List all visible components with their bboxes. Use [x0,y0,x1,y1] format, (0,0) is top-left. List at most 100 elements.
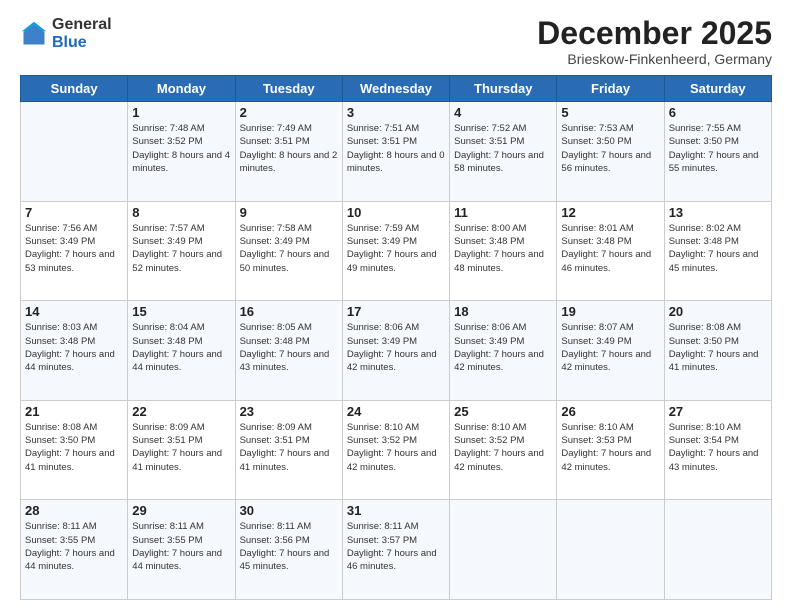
day-info-20: Sunrise: 8:08 AM Sunset: 3:50 PM Dayligh… [669,321,767,374]
cell-w4-d1: 21 Sunrise: 8:08 AM Sunset: 3:50 PM Dayli… [21,400,128,500]
col-sunday: Sunday [21,76,128,102]
day-number-24: 24 [347,404,445,419]
cell-w4-d2: 22Sunrise: 8:09 AM Sunset: 3:51 PM Dayli… [128,400,235,500]
day-info-13: Sunrise: 8:02 AM Sunset: 3:48 PM Dayligh… [669,222,767,275]
day-number-27: 27 [669,404,767,419]
col-saturday: Saturday [664,76,771,102]
day-number-4: 4 [454,105,552,120]
cell-w3-d5: 18 Sunrise: 8:06 AM Sunset: 3:49 PM Dayli… [450,301,557,401]
day-info-31: Sunrise: 8:11 AM Sunset: 3:57 PM Dayligh… [347,520,445,573]
cell-w1-d3: 2 Sunrise: 7:49 AM Sunset: 3:51 PM Daylig… [235,102,342,202]
cell-w5-d3: 30Sunrise: 8:11 AM Sunset: 3:56 PM Dayli… [235,500,342,600]
logo-icon [20,20,48,48]
cell-w5-d2: 29 Sunrise: 8:11 AM Sunset: 3:55 PM Dayli… [128,500,235,600]
day-number-21: 21 [25,404,123,419]
day-number-3: 3 [347,105,445,120]
day-number-19: 19 [561,304,659,319]
week-row-4: 21 Sunrise: 8:08 AM Sunset: 3:50 PM Dayli… [21,400,772,500]
cell-w3-d7: 20 Sunrise: 8:08 AM Sunset: 3:50 PM Dayli… [664,301,771,401]
cell-w1-d2: 1 Sunrise: 7:48 AM Sunset: 3:52 PM Daylig… [128,102,235,202]
cell-w4-d4: 24 Sunrise: 8:10 AM Sunset: 3:52 PM Dayli… [342,400,449,500]
day-info-21: Sunrise: 8:08 AM Sunset: 3:50 PM Dayligh… [25,421,123,474]
day-number-8: 8 [132,205,230,220]
day-info-24: Sunrise: 8:10 AM Sunset: 3:52 PM Dayligh… [347,421,445,474]
day-number-2: 2 [240,105,338,120]
day-number-17: 17 [347,304,445,319]
day-info-17: Sunrise: 8:06 AM Sunset: 3:49 PM Dayligh… [347,321,445,374]
day-info-7: Sunrise: 7:56 AM Sunset: 3:49 PM Dayligh… [25,222,123,275]
cell-w2-d7: 13 Sunrise: 8:02 AM Sunset: 3:48 PM Dayli… [664,201,771,301]
day-info-12: Sunrise: 8:01 AM Sunset: 3:48 PM Dayligh… [561,222,659,275]
cell-w2-d5: 11Sunrise: 8:00 AM Sunset: 3:48 PM Dayli… [450,201,557,301]
header: General Blue December 2025 Brieskow-Fink… [20,16,772,67]
cell-w3-d4: 17 Sunrise: 8:06 AM Sunset: 3:49 PM Dayli… [342,301,449,401]
day-number-10: 10 [347,205,445,220]
cell-w4-d7: 27 Sunrise: 8:10 AM Sunset: 3:54 PM Dayli… [664,400,771,500]
day-number-12: 12 [561,205,659,220]
day-number-29: 29 [132,503,230,518]
day-info-9: Sunrise: 7:58 AM Sunset: 3:49 PM Dayligh… [240,222,338,275]
day-info-4: Sunrise: 7:52 AM Sunset: 3:51 PM Dayligh… [454,122,552,175]
day-number-7: 7 [25,205,123,220]
cell-w5-d7 [664,500,771,600]
logo-text: General Blue [52,16,112,51]
day-number-16: 16 [240,304,338,319]
day-info-29: Sunrise: 8:11 AM Sunset: 3:55 PM Dayligh… [132,520,230,573]
cell-w1-d7: 6Sunrise: 7:55 AM Sunset: 3:50 PM Daylig… [664,102,771,202]
day-number-5: 5 [561,105,659,120]
col-tuesday: Tuesday [235,76,342,102]
cell-w2-d4: 10 Sunrise: 7:59 AM Sunset: 3:49 PM Dayli… [342,201,449,301]
month-title: December 2025 [537,16,772,51]
cell-w2-d1: 7 Sunrise: 7:56 AM Sunset: 3:49 PM Daylig… [21,201,128,301]
day-info-27: Sunrise: 8:10 AM Sunset: 3:54 PM Dayligh… [669,421,767,474]
calendar-header-row: Sunday Monday Tuesday Wednesday Thursday… [21,76,772,102]
col-wednesday: Wednesday [342,76,449,102]
day-number-22: 22 [132,404,230,419]
cell-w2-d2: 8Sunrise: 7:57 AM Sunset: 3:49 PM Daylig… [128,201,235,301]
day-number-26: 26 [561,404,659,419]
day-number-20: 20 [669,304,767,319]
title-section: December 2025 Brieskow-Finkenheerd, Germ… [537,16,772,67]
week-row-1: 1 Sunrise: 7:48 AM Sunset: 3:52 PM Daylig… [21,102,772,202]
cell-w3-d2: 15Sunrise: 8:04 AM Sunset: 3:48 PM Dayli… [128,301,235,401]
cell-w1-d6: 5 Sunrise: 7:53 AM Sunset: 3:50 PM Daylig… [557,102,664,202]
cell-w1-d1 [21,102,128,202]
week-row-2: 7 Sunrise: 7:56 AM Sunset: 3:49 PM Daylig… [21,201,772,301]
location: Brieskow-Finkenheerd, Germany [537,51,772,67]
logo-general: General [52,16,112,34]
cell-w5-d6 [557,500,664,600]
day-number-9: 9 [240,205,338,220]
day-info-3: Sunrise: 7:51 AM Sunset: 3:51 PM Dayligh… [347,122,445,175]
week-row-5: 28 Sunrise: 8:11 AM Sunset: 3:55 PM Dayli… [21,500,772,600]
day-number-30: 30 [240,503,338,518]
day-number-23: 23 [240,404,338,419]
logo: General Blue [20,16,112,51]
cell-w4-d6: 26 Sunrise: 8:10 AM Sunset: 3:53 PM Dayli… [557,400,664,500]
day-number-18: 18 [454,304,552,319]
day-info-2: Sunrise: 7:49 AM Sunset: 3:51 PM Dayligh… [240,122,338,175]
day-number-6: 6 [669,105,767,120]
calendar-body: 1 Sunrise: 7:48 AM Sunset: 3:52 PM Daylig… [21,102,772,600]
cell-w3-d3: 16 Sunrise: 8:05 AM Sunset: 3:48 PM Dayli… [235,301,342,401]
day-info-1: Sunrise: 7:48 AM Sunset: 3:52 PM Dayligh… [132,122,230,175]
day-info-28: Sunrise: 8:11 AM Sunset: 3:55 PM Dayligh… [25,520,123,573]
cell-w2-d6: 12 Sunrise: 8:01 AM Sunset: 3:48 PM Dayli… [557,201,664,301]
cell-w5-d1: 28 Sunrise: 8:11 AM Sunset: 3:55 PM Dayli… [21,500,128,600]
day-info-18: Sunrise: 8:06 AM Sunset: 3:49 PM Dayligh… [454,321,552,374]
day-number-13: 13 [669,205,767,220]
day-info-5: Sunrise: 7:53 AM Sunset: 3:50 PM Dayligh… [561,122,659,175]
col-thursday: Thursday [450,76,557,102]
cell-w1-d5: 4 Sunrise: 7:52 AM Sunset: 3:51 PM Daylig… [450,102,557,202]
day-number-1: 1 [132,105,230,120]
col-friday: Friday [557,76,664,102]
cell-w3-d1: 14Sunrise: 8:03 AM Sunset: 3:48 PM Dayli… [21,301,128,401]
page: General Blue December 2025 Brieskow-Fink… [0,0,792,612]
day-info-15: Sunrise: 8:04 AM Sunset: 3:48 PM Dayligh… [132,321,230,374]
calendar-table: Sunday Monday Tuesday Wednesday Thursday… [20,75,772,600]
day-info-16: Sunrise: 8:05 AM Sunset: 3:48 PM Dayligh… [240,321,338,374]
day-number-28: 28 [25,503,123,518]
day-info-10: Sunrise: 7:59 AM Sunset: 3:49 PM Dayligh… [347,222,445,275]
day-info-26: Sunrise: 8:10 AM Sunset: 3:53 PM Dayligh… [561,421,659,474]
logo-blue: Blue [52,34,112,52]
cell-w5-d5 [450,500,557,600]
